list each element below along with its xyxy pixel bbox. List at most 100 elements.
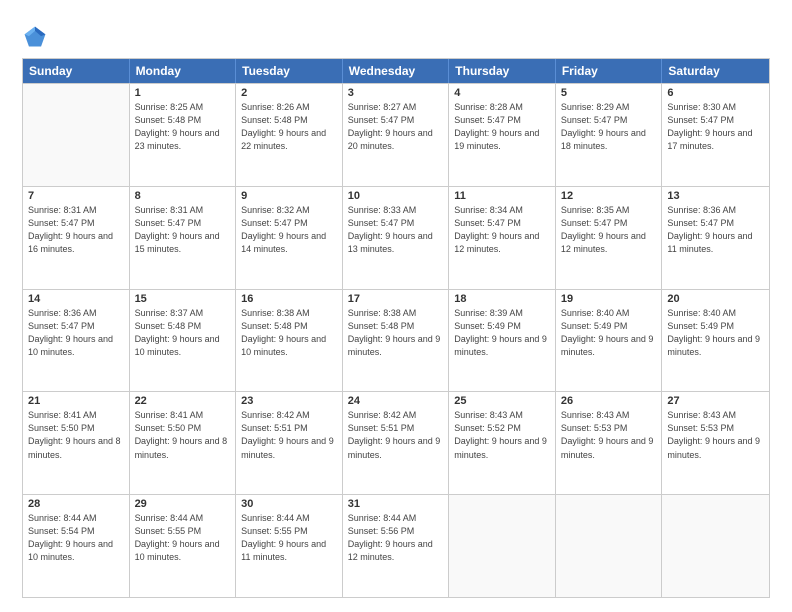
- day-info: Sunrise: 8:38 AM Sunset: 5:48 PM Dayligh…: [348, 307, 444, 359]
- day-number: 27: [667, 395, 764, 407]
- day-info: Sunrise: 8:44 AM Sunset: 5:56 PM Dayligh…: [348, 512, 444, 564]
- day-info: Sunrise: 8:34 AM Sunset: 5:47 PM Dayligh…: [454, 204, 550, 256]
- calendar-cell: 7 Sunrise: 8:31 AM Sunset: 5:47 PM Daylig…: [23, 187, 130, 289]
- day-number: 19: [561, 293, 657, 305]
- day-number: 17: [348, 293, 444, 305]
- calendar-cell: 19 Sunrise: 8:40 AM Sunset: 5:49 PM Dayli…: [556, 290, 663, 392]
- day-info: Sunrise: 8:36 AM Sunset: 5:47 PM Dayligh…: [667, 204, 764, 256]
- day-number: 6: [667, 87, 764, 99]
- day-number: 9: [241, 190, 337, 202]
- day-number: 22: [135, 395, 231, 407]
- day-number: 4: [454, 87, 550, 99]
- day-info: Sunrise: 8:31 AM Sunset: 5:47 PM Dayligh…: [28, 204, 124, 256]
- day-info: Sunrise: 8:26 AM Sunset: 5:48 PM Dayligh…: [241, 101, 337, 153]
- calendar: SundayMondayTuesdayWednesdayThursdayFrid…: [22, 58, 770, 598]
- calendar-cell: 14 Sunrise: 8:36 AM Sunset: 5:47 PM Dayli…: [23, 290, 130, 392]
- calendar-cell: [449, 495, 556, 597]
- day-info: Sunrise: 8:37 AM Sunset: 5:48 PM Dayligh…: [135, 307, 231, 359]
- day-info: Sunrise: 8:31 AM Sunset: 5:47 PM Dayligh…: [135, 204, 231, 256]
- calendar-cell: 13 Sunrise: 8:36 AM Sunset: 5:47 PM Dayli…: [662, 187, 769, 289]
- day-info: Sunrise: 8:32 AM Sunset: 5:47 PM Dayligh…: [241, 204, 337, 256]
- day-number: 8: [135, 190, 231, 202]
- day-number: 29: [135, 498, 231, 510]
- day-info: Sunrise: 8:43 AM Sunset: 5:52 PM Dayligh…: [454, 409, 550, 461]
- calendar-cell: 9 Sunrise: 8:32 AM Sunset: 5:47 PM Daylig…: [236, 187, 343, 289]
- calendar-cell: 2 Sunrise: 8:26 AM Sunset: 5:48 PM Daylig…: [236, 84, 343, 186]
- day-number: 20: [667, 293, 764, 305]
- calendar-cell: 25 Sunrise: 8:43 AM Sunset: 5:52 PM Dayli…: [449, 392, 556, 494]
- calendar-body: 1 Sunrise: 8:25 AM Sunset: 5:48 PM Daylig…: [23, 83, 769, 597]
- day-number: 14: [28, 293, 124, 305]
- logo: [22, 22, 52, 50]
- day-number: 11: [454, 190, 550, 202]
- header-cell-sunday: Sunday: [23, 59, 130, 83]
- calendar-header: SundayMondayTuesdayWednesdayThursdayFrid…: [23, 59, 769, 83]
- day-info: Sunrise: 8:39 AM Sunset: 5:49 PM Dayligh…: [454, 307, 550, 359]
- calendar-row-0: 1 Sunrise: 8:25 AM Sunset: 5:48 PM Daylig…: [23, 83, 769, 186]
- day-number: 26: [561, 395, 657, 407]
- calendar-cell: 29 Sunrise: 8:44 AM Sunset: 5:55 PM Dayli…: [130, 495, 237, 597]
- calendar-row-3: 21Sunrise: 8:41 AM Sunset: 5:50 PM Dayli…: [23, 391, 769, 494]
- calendar-cell: 21Sunrise: 8:41 AM Sunset: 5:50 PM Dayli…: [23, 392, 130, 494]
- calendar-cell: 16Sunrise: 8:38 AM Sunset: 5:48 PM Dayli…: [236, 290, 343, 392]
- day-number: 2: [241, 87, 337, 99]
- calendar-row-1: 7 Sunrise: 8:31 AM Sunset: 5:47 PM Daylig…: [23, 186, 769, 289]
- day-info: Sunrise: 8:36 AM Sunset: 5:47 PM Dayligh…: [28, 307, 124, 359]
- calendar-cell: 11 Sunrise: 8:34 AM Sunset: 5:47 PM Dayli…: [449, 187, 556, 289]
- day-info: Sunrise: 8:40 AM Sunset: 5:49 PM Dayligh…: [667, 307, 764, 359]
- calendar-cell: [23, 84, 130, 186]
- day-info: Sunrise: 8:25 AM Sunset: 5:48 PM Dayligh…: [135, 101, 231, 153]
- calendar-cell: 5Sunrise: 8:29 AM Sunset: 5:47 PM Daylig…: [556, 84, 663, 186]
- calendar-row-4: 28Sunrise: 8:44 AM Sunset: 5:54 PM Dayli…: [23, 494, 769, 597]
- calendar-cell: [662, 495, 769, 597]
- day-number: 13: [667, 190, 764, 202]
- calendar-cell: 24 Sunrise: 8:42 AM Sunset: 5:51 PM Dayli…: [343, 392, 450, 494]
- calendar-cell: 8 Sunrise: 8:31 AM Sunset: 5:47 PM Daylig…: [130, 187, 237, 289]
- day-info: Sunrise: 8:28 AM Sunset: 5:47 PM Dayligh…: [454, 101, 550, 153]
- day-number: 30: [241, 498, 337, 510]
- day-number: 15: [135, 293, 231, 305]
- page: SundayMondayTuesdayWednesdayThursdayFrid…: [0, 0, 792, 612]
- day-info: Sunrise: 8:33 AM Sunset: 5:47 PM Dayligh…: [348, 204, 444, 256]
- day-number: 1: [135, 87, 231, 99]
- calendar-cell: [556, 495, 663, 597]
- header-cell-wednesday: Wednesday: [343, 59, 450, 83]
- header-cell-monday: Monday: [130, 59, 237, 83]
- day-number: 16: [241, 293, 337, 305]
- day-info: Sunrise: 8:41 AM Sunset: 5:50 PM Dayligh…: [135, 409, 231, 461]
- day-info: Sunrise: 8:35 AM Sunset: 5:47 PM Dayligh…: [561, 204, 657, 256]
- calendar-cell: 4 Sunrise: 8:28 AM Sunset: 5:47 PM Daylig…: [449, 84, 556, 186]
- header-cell-friday: Friday: [556, 59, 663, 83]
- day-info: Sunrise: 8:43 AM Sunset: 5:53 PM Dayligh…: [667, 409, 764, 461]
- header-cell-tuesday: Tuesday: [236, 59, 343, 83]
- calendar-cell: 20 Sunrise: 8:40 AM Sunset: 5:49 PM Dayli…: [662, 290, 769, 392]
- day-info: Sunrise: 8:44 AM Sunset: 5:55 PM Dayligh…: [241, 512, 337, 564]
- calendar-cell: 3Sunrise: 8:27 AM Sunset: 5:47 PM Daylig…: [343, 84, 450, 186]
- calendar-cell: 31Sunrise: 8:44 AM Sunset: 5:56 PM Dayli…: [343, 495, 450, 597]
- day-number: 10: [348, 190, 444, 202]
- header-cell-saturday: Saturday: [662, 59, 769, 83]
- calendar-cell: 26 Sunrise: 8:43 AM Sunset: 5:53 PM Dayli…: [556, 392, 663, 494]
- day-number: 3: [348, 87, 444, 99]
- day-number: 12: [561, 190, 657, 202]
- day-number: 5: [561, 87, 657, 99]
- day-number: 18: [454, 293, 550, 305]
- day-number: 28: [28, 498, 124, 510]
- day-number: 25: [454, 395, 550, 407]
- day-number: 24: [348, 395, 444, 407]
- day-number: 7: [28, 190, 124, 202]
- calendar-cell: 28Sunrise: 8:44 AM Sunset: 5:54 PM Dayli…: [23, 495, 130, 597]
- calendar-row-2: 14 Sunrise: 8:36 AM Sunset: 5:47 PM Dayli…: [23, 289, 769, 392]
- calendar-cell: 22 Sunrise: 8:41 AM Sunset: 5:50 PM Dayli…: [130, 392, 237, 494]
- day-info: Sunrise: 8:42 AM Sunset: 5:51 PM Dayligh…: [348, 409, 444, 461]
- calendar-cell: 10 Sunrise: 8:33 AM Sunset: 5:47 PM Dayli…: [343, 187, 450, 289]
- header: [22, 18, 770, 50]
- calendar-cell: 30 Sunrise: 8:44 AM Sunset: 5:55 PM Dayli…: [236, 495, 343, 597]
- day-info: Sunrise: 8:44 AM Sunset: 5:55 PM Dayligh…: [135, 512, 231, 564]
- calendar-cell: 1 Sunrise: 8:25 AM Sunset: 5:48 PM Daylig…: [130, 84, 237, 186]
- day-info: Sunrise: 8:43 AM Sunset: 5:53 PM Dayligh…: [561, 409, 657, 461]
- calendar-cell: 17 Sunrise: 8:38 AM Sunset: 5:48 PM Dayli…: [343, 290, 450, 392]
- calendar-cell: 15 Sunrise: 8:37 AM Sunset: 5:48 PM Dayli…: [130, 290, 237, 392]
- calendar-cell: 12 Sunrise: 8:35 AM Sunset: 5:47 PM Dayli…: [556, 187, 663, 289]
- day-info: Sunrise: 8:40 AM Sunset: 5:49 PM Dayligh…: [561, 307, 657, 359]
